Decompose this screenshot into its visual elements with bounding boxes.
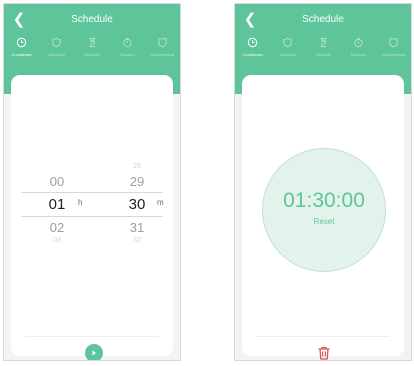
tab-label: Countdown bbox=[11, 52, 32, 57]
clock-icon bbox=[16, 37, 27, 48]
tab-label: Countdown bbox=[242, 52, 263, 57]
tab-label: Astronomical bbox=[150, 52, 174, 57]
divider bbox=[256, 336, 390, 337]
countdown-time: 01:30:00 bbox=[283, 189, 365, 212]
time-picker[interactable]: 00 01 02 03 h 28 29 30 31 32 m bbox=[11, 75, 173, 356]
tab-astronomical[interactable]: Astronomical bbox=[145, 37, 180, 65]
shield-icon bbox=[283, 37, 292, 48]
tab-label: Random bbox=[119, 52, 135, 57]
tab-label: Circulate bbox=[84, 52, 100, 57]
page-title: Schedule bbox=[71, 14, 113, 25]
phone-screen-countdown-picker: ❮ Schedule Countdown Schedule Circulate … bbox=[3, 3, 181, 361]
tab-schedule[interactable]: Schedule bbox=[270, 37, 305, 65]
minute-option[interactable]: 31 bbox=[107, 220, 167, 235]
tab-circulate[interactable]: Circulate bbox=[74, 37, 109, 65]
timer-icon bbox=[354, 37, 363, 48]
minute-option[interactable]: 28 bbox=[107, 163, 167, 170]
hour-option[interactable]: 00 bbox=[27, 174, 87, 189]
minute-option[interactable]: 32 bbox=[107, 237, 167, 244]
start-button[interactable] bbox=[85, 344, 103, 360]
picker-selection-line-bottom bbox=[21, 216, 163, 217]
play-icon bbox=[92, 350, 96, 356]
content-card: 01:30:00 Reset bbox=[242, 75, 404, 360]
tab-label: Astronomical bbox=[381, 52, 405, 57]
tab-bar: Countdown Schedule Circulate Random Astr… bbox=[4, 37, 180, 65]
tab-label: Schedule bbox=[279, 52, 297, 57]
tab-bar: Countdown Schedule Circulate Random Astr… bbox=[235, 37, 411, 65]
divider bbox=[25, 336, 159, 337]
hour-option[interactable]: 02 bbox=[27, 220, 87, 235]
hourglass-icon bbox=[89, 37, 95, 48]
minute-option[interactable]: 29 bbox=[107, 174, 167, 189]
tab-random[interactable]: Random bbox=[110, 37, 145, 65]
tab-schedule[interactable]: Schedule bbox=[39, 37, 74, 65]
badge-icon bbox=[389, 38, 398, 48]
tab-countdown[interactable]: Countdown bbox=[4, 37, 39, 65]
page-title: Schedule bbox=[302, 14, 344, 25]
minutes-unit: m bbox=[157, 198, 164, 207]
hour-option[interactable]: 03 bbox=[27, 237, 87, 244]
tab-circulate[interactable]: Circulate bbox=[305, 37, 340, 65]
hourglass-icon bbox=[320, 37, 326, 48]
hours-unit: h bbox=[78, 198, 83, 207]
badge-icon bbox=[158, 38, 167, 48]
content-card: 00 01 02 03 h 28 29 30 31 32 m bbox=[11, 75, 173, 360]
tab-label: Circulate bbox=[315, 52, 331, 57]
reset-button[interactable]: Reset bbox=[263, 217, 385, 226]
tab-astronomical[interactable]: Astronomical bbox=[376, 37, 411, 65]
phone-screen-countdown-running: ❮ Schedule Countdown Schedule Circulate … bbox=[234, 3, 412, 361]
timer-icon bbox=[123, 37, 132, 48]
tab-countdown[interactable]: Countdown bbox=[235, 37, 270, 65]
tab-random[interactable]: Random bbox=[341, 37, 376, 65]
tab-label: Schedule bbox=[48, 52, 66, 57]
countdown-ring: 01:30:00 Reset bbox=[262, 148, 386, 272]
clock-icon bbox=[247, 37, 258, 48]
shield-icon bbox=[52, 37, 61, 48]
picker-selection-line-top bbox=[21, 192, 163, 193]
trash-icon[interactable] bbox=[316, 345, 332, 361]
tab-label: Random bbox=[350, 52, 366, 57]
